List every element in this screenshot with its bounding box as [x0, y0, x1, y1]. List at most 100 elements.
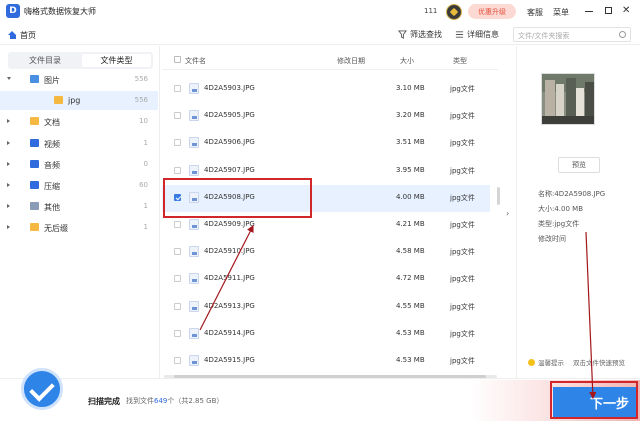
- search-input[interactable]: 文件/文件夹搜索: [513, 27, 631, 42]
- search-icon: [619, 31, 626, 38]
- chevron-right-icon[interactable]: [7, 119, 10, 124]
- tree-item-count: 1: [143, 223, 148, 232]
- row-checkbox[interactable]: [174, 329, 181, 337]
- detail-type: 类型:jpg文件: [538, 220, 580, 228]
- highlight-next-button: [550, 381, 638, 419]
- chevron-right-icon[interactable]: [7, 161, 10, 166]
- chevron-right-icon[interactable]: [7, 183, 10, 187]
- tree-item-label: 文档: [44, 118, 60, 128]
- tree-item[interactable]: 无后缀 1: [0, 218, 158, 237]
- column-modified[interactable]: 修改日期: [337, 56, 365, 66]
- file-name: 4D2A5906.JPG: [204, 138, 255, 147]
- row-checkbox[interactable]: [174, 139, 181, 147]
- chevron-right-icon[interactable]: [7, 225, 10, 230]
- tree-item-label: 音频: [44, 160, 60, 170]
- filter-button-label: 筛选查找: [410, 30, 442, 39]
- maximize-icon[interactable]: [605, 7, 612, 14]
- image-file-icon: [189, 219, 199, 230]
- file-name: 4D2A5909.JPG: [204, 220, 255, 228]
- tip-label: 温馨提示: [538, 359, 564, 367]
- list-header: [162, 46, 498, 70]
- image-file-icon: [189, 137, 199, 149]
- row-checkbox[interactable]: [174, 85, 181, 92]
- scan-found-suffix: 个（共2.85 GB）: [167, 397, 224, 405]
- app-logo: D: [6, 4, 20, 18]
- file-size: 3.20 MB: [396, 111, 425, 120]
- vip-upgrade-button[interactable]: 优惠升级: [468, 4, 516, 19]
- lightbulb-icon: [528, 358, 535, 366]
- image-thumbnail[interactable]: [541, 73, 595, 125]
- image-file-icon: [189, 300, 199, 312]
- detail-size: 大小:4.00 MB: [538, 205, 584, 213]
- tree-item[interactable]: 压缩 60: [0, 176, 158, 195]
- tree-item-label: 视频: [44, 139, 60, 149]
- tree-item[interactable]: 音频 0: [0, 155, 158, 174]
- file-size: 4.53 MB: [396, 356, 425, 364]
- search-placeholder: 文件/文件夹搜索: [518, 32, 570, 40]
- tab-home[interactable]: 首页: [8, 27, 36, 43]
- tips: 温馨提示 双击文件快速预览: [528, 357, 625, 367]
- tree-item-label: 图片: [44, 76, 60, 85]
- tab-file-directory[interactable]: 文件目录: [10, 54, 80, 67]
- tree-item[interactable]: 图片 556: [0, 70, 158, 89]
- column-type[interactable]: 类型: [453, 56, 467, 66]
- chevron-right-icon[interactable]: [7, 140, 10, 145]
- file-size: 3.95 MB: [396, 165, 425, 174]
- vertical-scrollbar[interactable]: [497, 187, 500, 205]
- details-button[interactable]: 详细信息: [455, 29, 499, 40]
- customer-service-link[interactable]: 客服: [527, 7, 543, 18]
- row-checkbox[interactable]: [174, 112, 181, 120]
- chevron-right-icon[interactable]: [7, 204, 10, 209]
- close-icon[interactable]: ✕: [622, 4, 630, 18]
- collapse-panel-icon[interactable]: ›: [506, 209, 509, 218]
- tree-item-count: 1: [143, 138, 148, 147]
- tree-item[interactable]: jpg 556: [0, 91, 158, 111]
- folder-icon: [30, 117, 39, 126]
- select-all-checkbox[interactable]: [174, 56, 181, 63]
- file-type: jpg文件: [450, 248, 475, 257]
- row-checkbox[interactable]: [174, 221, 181, 228]
- scan-found-count: 649: [154, 397, 168, 405]
- tree-item-label: jpg: [68, 96, 81, 106]
- file-type: jpg文件: [450, 221, 475, 229]
- tab-file-type[interactable]: 文件类型: [82, 54, 151, 67]
- tip-text: 双击文件快速预览: [573, 359, 625, 367]
- image-file-icon: [189, 273, 199, 285]
- file-name: 4D2A5903.JPG: [204, 84, 255, 92]
- row-checkbox[interactable]: [174, 357, 181, 364]
- tree-item-count: 556: [134, 96, 148, 105]
- row-checkbox[interactable]: [174, 166, 181, 174]
- file-size: 3.51 MB: [396, 138, 425, 147]
- image-file-icon: [189, 83, 199, 94]
- tab-home-label: 首页: [20, 30, 36, 40]
- user-avatar[interactable]: [446, 4, 462, 20]
- file-name: 4D2A5911.JPG: [204, 274, 255, 283]
- row-checkbox[interactable]: [174, 302, 181, 310]
- filter-button[interactable]: 筛选查找: [398, 29, 442, 40]
- file-size: 3.10 MB: [396, 84, 425, 92]
- highlight-selected-file: [163, 178, 312, 218]
- row-checkbox[interactable]: [174, 275, 181, 283]
- tree-item[interactable]: 其他 1: [0, 197, 158, 216]
- row-checkbox[interactable]: [174, 248, 181, 256]
- file-name: 4D2A5915.JPG: [204, 356, 255, 364]
- file-name: 4D2A5910.JPG: [204, 247, 255, 256]
- tree-item-count: 0: [143, 159, 148, 168]
- tree-item[interactable]: 视频 1: [0, 134, 158, 153]
- tree-item-count: 556: [134, 75, 148, 83]
- file-size: 4.72 MB: [396, 274, 425, 283]
- file-name: 4D2A5907.JPG: [204, 165, 255, 174]
- file-type: jpg文件: [450, 112, 475, 121]
- menu-link[interactable]: 菜单: [553, 7, 569, 18]
- file-name: 4D2A5914.JPG: [204, 328, 255, 337]
- column-size[interactable]: 大小: [400, 56, 414, 66]
- column-name[interactable]: 文件名: [185, 56, 206, 66]
- tree-item-count: 60: [139, 181, 148, 189]
- folder-icon: [30, 138, 39, 147]
- image-file-icon: [189, 110, 199, 122]
- tree-item[interactable]: 文档 10: [0, 112, 158, 131]
- preview-button[interactable]: 预览: [558, 157, 600, 173]
- chevron-down-icon[interactable]: [7, 77, 11, 80]
- minimize-icon[interactable]: [584, 4, 594, 18]
- image-file-icon: [189, 246, 199, 258]
